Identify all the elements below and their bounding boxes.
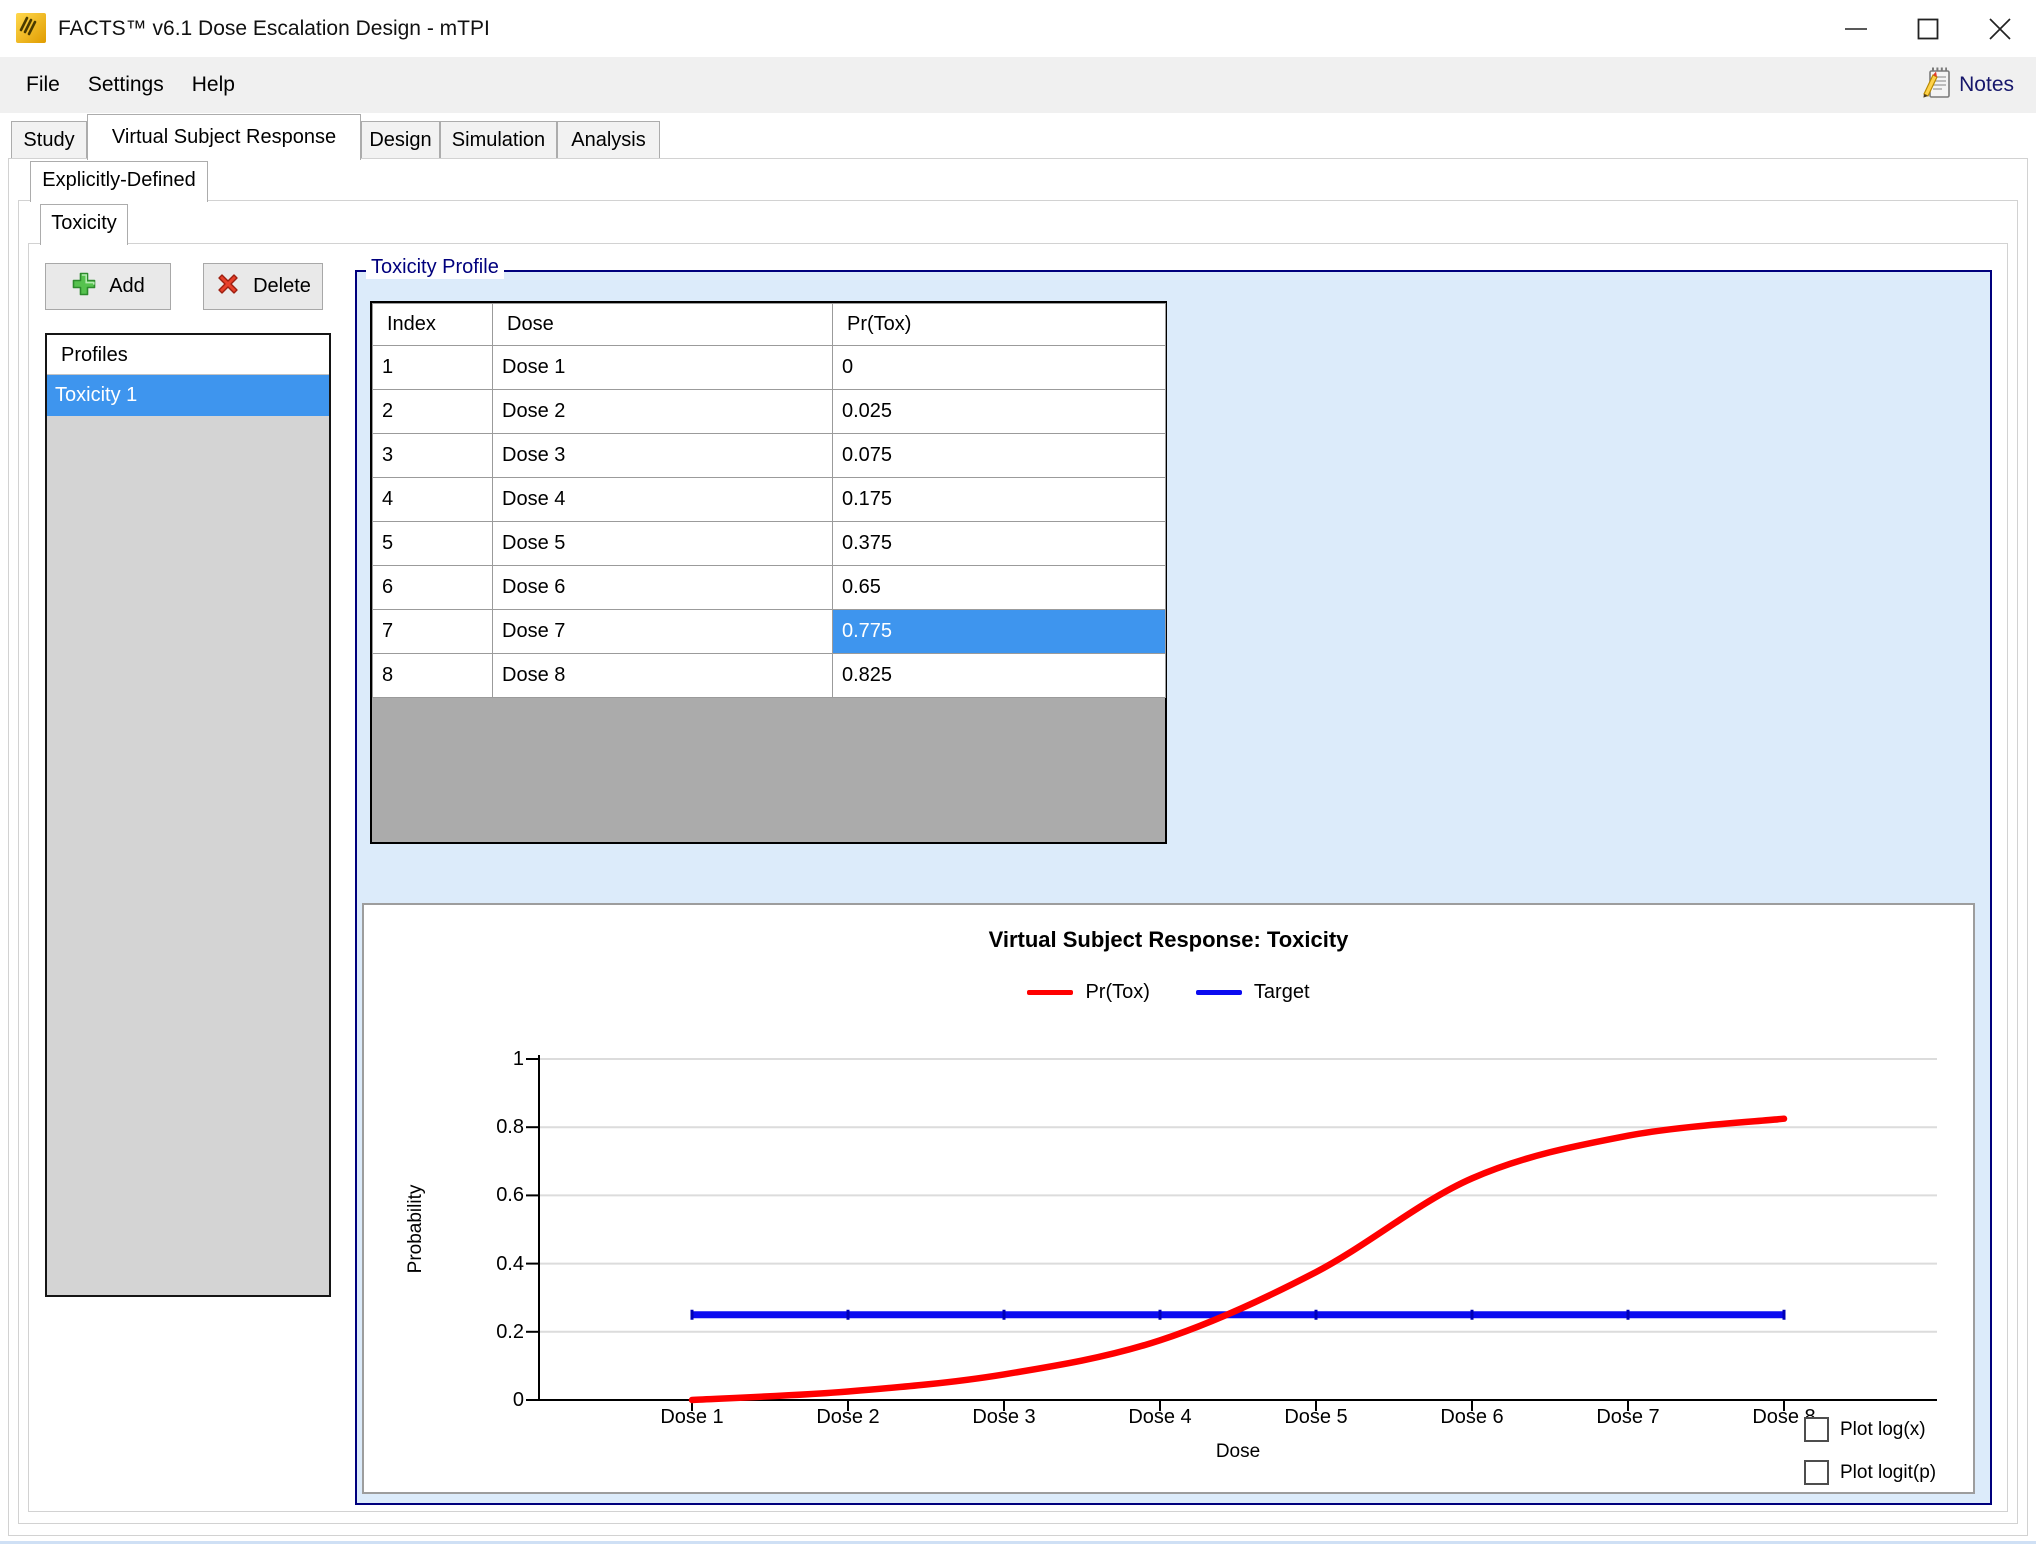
table-row: 8Dose 80.825 [373,654,1166,698]
table-row: 2Dose 20.025 [373,390,1166,434]
profiles-list: Profiles Toxicity 1 [45,333,331,1297]
tab-study[interactable]: Study [11,121,87,158]
table-row: 1Dose 10 [373,346,1166,390]
tab-analysis[interactable]: Analysis [557,121,660,158]
window-controls [1820,0,2036,57]
table-row: 6Dose 60.65 [373,566,1166,610]
title-bar: FACTS™ v6.1 Dose Escalation Design - mTP… [0,0,2036,57]
plot-logx-option: Plot log(x) [1804,1417,1926,1442]
y-axis-title: Probability [405,1185,427,1274]
table-row: 3Dose 30.075 [373,434,1166,478]
tab-virtual-subject-response[interactable]: Virtual Subject Response [87,114,361,160]
plot-logitp-option: Plot logit(p) [1804,1460,1936,1485]
toxicity-profile-table: Index Dose Pr(Tox) 1Dose 10 2Dose 20.025… [370,301,1167,844]
profiles-list-header: Profiles [47,335,329,375]
notes-icon [1920,66,1952,105]
plot-logx-label: Plot log(x) [1840,1419,1926,1441]
table-header-row: Index Dose Pr(Tox) [373,304,1166,346]
x-tick-label: Dose 2 [816,1406,879,1429]
y-tick-label: 1 [454,1045,524,1073]
column-header-dose[interactable]: Dose [493,304,833,346]
plot-logx-checkbox[interactable] [1804,1417,1829,1442]
menu-file[interactable]: File [12,57,74,113]
minimize-button[interactable] [1820,0,1892,57]
y-tick-label: 0 [454,1386,524,1414]
column-header-prtox[interactable]: Pr(Tox) [833,304,1166,346]
toxicity-chart: Virtual Subject Response: Toxicity Pr(To… [362,903,1975,1494]
app-logo-icon [16,13,46,43]
window-title: FACTS™ v6.1 Dose Escalation Design - mTP… [58,0,490,57]
menu-bar: File Settings Help Notes [0,57,2036,113]
plot-logitp-checkbox[interactable] [1804,1460,1829,1485]
table-row: 7Dose 70.775 [373,610,1166,654]
tab-explicitly-defined[interactable]: Explicitly-Defined [30,161,208,202]
x-tick-label: Dose 7 [1596,1406,1659,1429]
close-button[interactable] [1964,0,2036,57]
x-tick-label: Dose 4 [1128,1406,1191,1429]
tab-design[interactable]: Design [361,121,440,158]
delete-button-label: Delete [253,275,311,298]
delete-button[interactable]: Delete [203,263,323,310]
column-header-index[interactable]: Index [373,304,493,346]
x-tick-label: Dose 5 [1284,1406,1347,1429]
tab-toxicity[interactable]: Toxicity [40,204,128,245]
plot-logitp-label: Plot logit(p) [1840,1462,1936,1484]
profile-item-toxicity-1[interactable]: Toxicity 1 [47,375,329,416]
x-tick-label: Dose 6 [1440,1406,1503,1429]
add-button-label: Add [109,275,145,298]
x-tick-label: Dose 1 [660,1406,723,1429]
x-tick-label: Dose 3 [972,1406,1035,1429]
delete-icon [215,271,241,303]
notes-button[interactable]: Notes [1920,57,2014,113]
window-bottom-border [0,1541,2036,1544]
menu-settings[interactable]: Settings [74,57,178,113]
notes-label: Notes [1959,73,2014,97]
toxicity-profile-group-title: Toxicity Profile [366,256,504,279]
menu-help[interactable]: Help [178,57,249,113]
table-row: 5Dose 50.375 [373,522,1166,566]
x-axis-title: Dose [539,1441,1937,1463]
y-tick-label: 0.4 [454,1250,524,1278]
y-tick-label: 0.2 [454,1318,524,1346]
tab-simulation[interactable]: Simulation [440,121,557,158]
selected-cell[interactable]: 0.775 [833,610,1166,654]
add-button[interactable]: Add [45,263,171,310]
app-window: FACTS™ v6.1 Dose Escalation Design - mTP… [0,0,2036,1546]
table-row: 4Dose 40.175 [373,478,1166,522]
add-icon [71,271,97,303]
y-tick-label: 0.6 [454,1181,524,1209]
y-tick-label: 0.8 [454,1113,524,1141]
maximize-button[interactable] [1892,0,1964,57]
